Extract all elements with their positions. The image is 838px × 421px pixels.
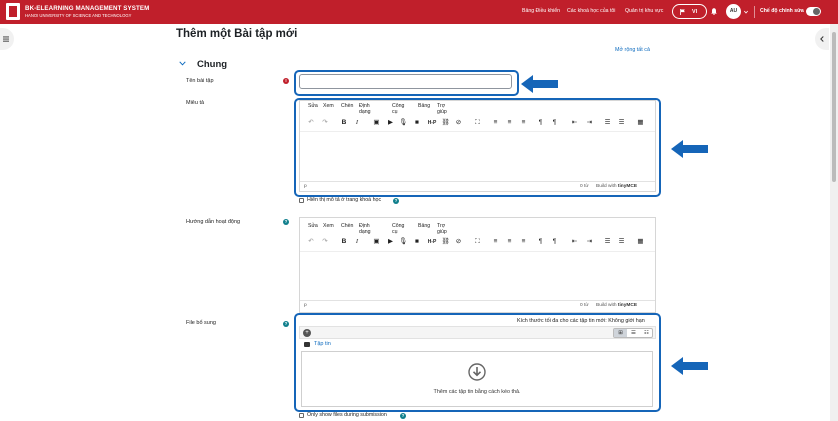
media-icon[interactable]: ▶ <box>386 237 395 247</box>
edit-mode-label: Chế độ chỉnh sửa <box>760 8 804 14</box>
menu-icon <box>3 36 9 42</box>
word-count: 0 từ <box>580 303 589 308</box>
highlight-box-description <box>294 98 661 197</box>
description-label: Miêu tả <box>186 100 205 106</box>
highlight-box-name <box>294 70 519 96</box>
activity-instructions-editor[interactable]: Sửa Xem Chèn Định dạng Công cụ Bảng Trợ … <box>299 217 656 313</box>
tinymce-logo: tinyMCE <box>617 303 638 308</box>
menu-help[interactable]: Trợ giúp <box>437 223 447 235</box>
menu-tools[interactable]: Công cụ <box>392 223 404 235</box>
indent-icon[interactable]: ⇥ <box>585 237 594 247</box>
menu-table[interactable]: Bảng <box>418 223 430 229</box>
required-icon: ! <box>283 78 289 84</box>
section-title[interactable]: Chung <box>197 59 227 70</box>
bullet-list-icon[interactable]: ☰ <box>603 237 612 247</box>
language-button[interactable]: VI <box>672 4 707 19</box>
ltr-icon[interactable]: ¶ <box>536 237 545 247</box>
image-icon[interactable]: ▣ <box>372 237 381 247</box>
help-icon[interactable]: ? <box>283 219 289 225</box>
highlight-box-files <box>294 313 661 412</box>
expand-all-link[interactable]: Mở rộng tất cả <box>615 47 650 53</box>
status-path: p <box>304 303 307 308</box>
undo-icon[interactable]: ↶ <box>306 237 316 247</box>
arrow-left-icon <box>671 140 708 158</box>
redo-icon[interactable]: ↷ <box>320 237 330 247</box>
outdent-icon[interactable]: ⇤ <box>570 237 579 247</box>
arrow-left-icon <box>521 75 558 93</box>
page-title: Thêm một Bài tập mới <box>176 28 298 40</box>
navbar-divider <box>754 6 755 18</box>
help-icon[interactable]: ? <box>283 321 289 327</box>
menu-format[interactable]: Định dạng <box>359 223 371 235</box>
brand-subtitle: HANOI UNIVERSITY OF SCIENCE AND TECHNOLO… <box>25 13 132 18</box>
h5p-icon[interactable]: H-P <box>425 237 439 247</box>
italic-icon[interactable]: I <box>353 237 361 247</box>
microphone-icon[interactable]: 🎙 <box>399 237 407 247</box>
name-label: Tên bài tập <box>186 78 214 84</box>
video-camera-icon[interactable]: ■ <box>412 237 422 247</box>
align-right-icon[interactable]: ≡ <box>519 237 528 247</box>
chevron-left-icon <box>820 36 824 42</box>
language-label: VI <box>692 9 698 15</box>
rtl-icon[interactable]: ¶ <box>550 237 559 247</box>
editor-statusbar: p 0 từ Build with tinyMCE <box>300 300 655 311</box>
only-show-files-label: Only show files during submission <box>307 412 387 418</box>
activity-instructions-edit-area[interactable] <box>300 251 655 300</box>
user-avatar[interactable]: AU <box>726 4 741 19</box>
left-drawer-button[interactable] <box>0 28 14 50</box>
nav-dashboard-link[interactable]: Bảng Điều khiển <box>522 8 560 14</box>
unlink-icon[interactable]: ⊘ <box>454 237 463 247</box>
menu-insert[interactable]: Chèn <box>341 223 353 229</box>
chevron-down-icon[interactable] <box>744 10 748 14</box>
arrow-left-icon <box>671 357 708 375</box>
right-drawer-button[interactable] <box>815 28 829 50</box>
edit-mode-toggle[interactable] <box>806 7 821 16</box>
bold-icon[interactable]: B <box>340 237 348 247</box>
help-icon[interactable]: ? <box>393 198 399 204</box>
nav-site-admin-link[interactable]: Quản trị khu vực <box>625 8 663 14</box>
align-center-icon[interactable]: ≡ <box>505 237 514 247</box>
chevron-down-icon[interactable] <box>179 61 186 66</box>
show-description-label: Hiển thị mô tả ở trang khoá học <box>307 197 382 203</box>
activity-instructions-label: Hướng dẫn hoạt động <box>186 219 241 225</box>
additional-files-label: File bổ sung <box>186 320 216 326</box>
calculator-icon[interactable]: ▦ <box>636 237 645 247</box>
menu-view[interactable]: Xem <box>323 223 334 229</box>
numbered-list-icon[interactable]: ☰ <box>617 237 626 247</box>
link-icon[interactable]: ⛓ <box>441 237 450 247</box>
fullscreen-icon[interactable]: ⛶ <box>473 237 482 247</box>
toggle-knob <box>813 8 820 15</box>
build-with-text: Build with <box>596 303 617 308</box>
scrollbar-thumb[interactable] <box>832 32 836 182</box>
build-with-label[interactable]: Build with tinyMCE <box>596 303 637 308</box>
menu-edit[interactable]: Sửa <box>308 223 318 229</box>
brand-logo-icon[interactable] <box>6 3 20 20</box>
notification-bell-icon[interactable] <box>711 8 717 15</box>
align-left-icon[interactable]: ≡ <box>491 237 500 247</box>
nav-my-courses-link[interactable]: Các khoá học của tôi <box>567 8 615 14</box>
brand-title[interactable]: BK-ELEARNING MANAGEMENT SYSTEM <box>25 5 149 12</box>
top-navbar: BK-ELEARNING MANAGEMENT SYSTEM HANOI UNI… <box>0 0 838 24</box>
flag-icon <box>680 9 685 15</box>
help-icon[interactable]: ? <box>400 413 406 419</box>
show-description-checkbox[interactable] <box>299 198 304 203</box>
only-show-files-checkbox[interactable] <box>299 413 304 418</box>
